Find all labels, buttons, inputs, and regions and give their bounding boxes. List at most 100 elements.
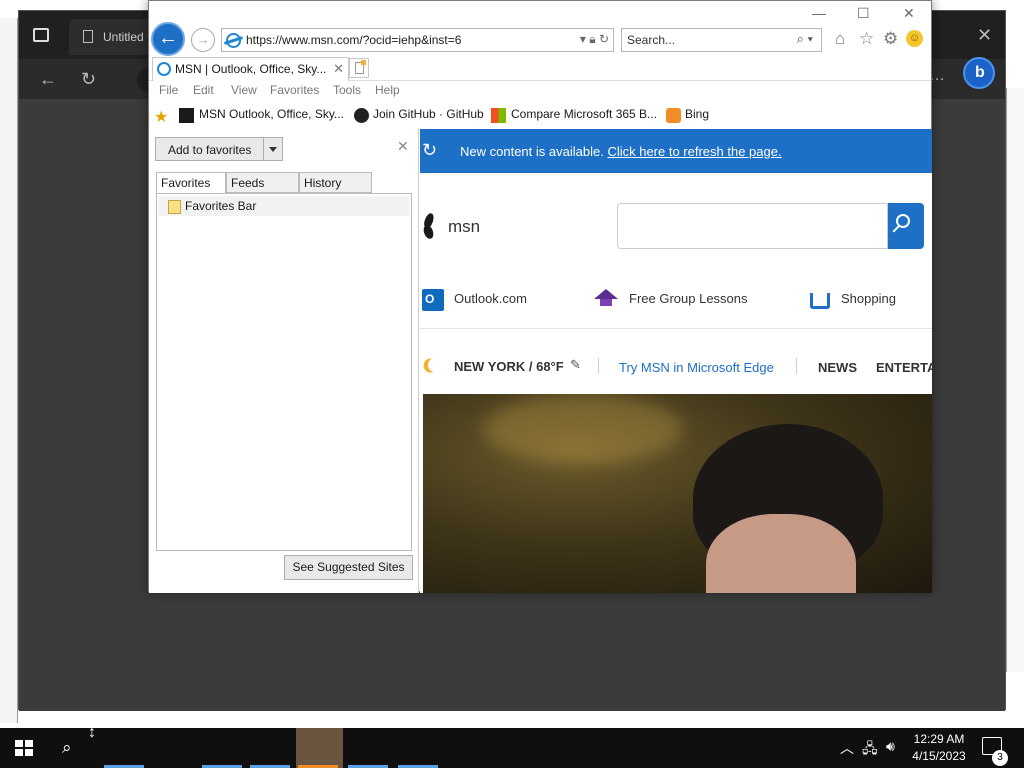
forward-button[interactable]: → — [191, 28, 215, 52]
menu-tools[interactable]: Tools — [333, 83, 361, 97]
edge-back-icon[interactable]: ← — [39, 69, 57, 90]
tab-actions-icon[interactable] — [33, 28, 49, 42]
home-icon[interactable]: ⌂ — [835, 29, 845, 49]
search-icon[interactable]: ⌕ ▾ — [797, 31, 813, 47]
nav-news[interactable]: NEWS — [818, 360, 857, 375]
tab-strip: MSN | Outlook, Office, Sky... ✕ — [149, 57, 931, 81]
fav-link-microsoft365[interactable]: Compare Microsoft 365 B... — [511, 107, 657, 121]
msn-search-button[interactable] — [888, 203, 924, 249]
tab-history[interactable]: History — [299, 172, 372, 193]
document-icon — [83, 30, 93, 43]
ie-tab-icon — [157, 62, 171, 76]
ie-title-bar: — ☐ ✕ ← → https://www.msn.com/?ocid=iehp… — [149, 1, 931, 57]
menu-bar: File Edit View Favorites Tools Help — [149, 81, 931, 101]
windows-start-icon[interactable] — [15, 740, 33, 756]
pane-close-icon[interactable]: ✕ — [397, 138, 409, 155]
refresh-icon[interactable]: ↻ — [422, 140, 437, 161]
favorites-star-icon[interactable]: ☆ — [859, 29, 874, 49]
weather-location[interactable]: NEW YORK / 68°F — [454, 359, 564, 374]
edge-close-button[interactable]: ✕ — [977, 25, 992, 46]
refresh-icon[interactable]: ↻ — [599, 32, 609, 46]
menu-view[interactable]: View — [231, 83, 257, 97]
msn-butterfly-icon — [422, 213, 442, 239]
ie-logo-icon — [226, 33, 241, 48]
new-tab-button[interactable] — [349, 58, 369, 78]
network-icon[interactable]: 🖧︎ — [862, 738, 878, 762]
background-window-right-edge — [1006, 88, 1024, 672]
quick-link-shopping[interactable]: Shopping — [841, 291, 896, 306]
msn-search-input[interactable] — [617, 203, 888, 249]
tab-close-icon[interactable]: ✕ — [333, 61, 344, 77]
banner-message: New content is available. Click here to … — [460, 144, 782, 159]
tab-msn[interactable]: MSN | Outlook, Office, Sky... ✕ — [152, 57, 349, 81]
clock-date: 4/15/2023 — [912, 749, 966, 763]
list-item[interactable]: Favorites Bar — [159, 196, 409, 216]
add-to-favorites-bar-icon[interactable]: ★ — [154, 107, 168, 127]
close-button[interactable]: ✕ — [903, 5, 915, 22]
graduation-cap-icon — [594, 289, 618, 306]
tab-feeds[interactable]: Feeds — [226, 172, 299, 193]
menu-edit[interactable]: Edit — [193, 83, 214, 97]
chevron-up-icon[interactable]: ︿ — [840, 738, 854, 758]
outlook-icon — [422, 289, 444, 311]
separator — [796, 358, 797, 374]
address-actions: ▾ 🔒︎ ↻ — [580, 32, 609, 47]
search-icon — [896, 214, 910, 228]
bing-b-icon: b — [975, 64, 985, 81]
microsoft-icon — [491, 108, 506, 123]
search-input[interactable] — [627, 31, 782, 49]
nav-entertainment[interactable]: ENTERTAI — [876, 360, 932, 375]
bing-chat-button[interactable]: b — [963, 57, 995, 89]
quick-link-free-group-lessons[interactable]: Free Group Lessons — [629, 291, 748, 306]
divider — [420, 328, 932, 329]
address-bar[interactable]: https://www.msn.com/?ocid=iehp&inst=6 ▾ … — [221, 28, 614, 52]
pencil-icon[interactable]: ✎ — [570, 357, 581, 373]
msn-logo-text: msn — [448, 217, 481, 236]
banner-text: New content is available. — [460, 144, 604, 159]
minimize-button[interactable]: — — [812, 5, 826, 21]
moon-icon — [426, 356, 444, 374]
tab-favorites[interactable]: Favorites — [156, 172, 226, 194]
dropdown-arrow-icon[interactable]: ▾ — [580, 32, 586, 46]
fav-link-bing[interactable]: Bing — [685, 107, 709, 121]
address-url[interactable]: https://www.msn.com/?ocid=iehp&inst=6 — [246, 33, 461, 47]
maximize-button[interactable]: ☐ — [857, 5, 870, 22]
add-favorites-dropdown-icon[interactable] — [263, 138, 282, 160]
try-msn-edge-link[interactable]: Try MSN in Microsoft Edge — [619, 360, 774, 375]
web-page-content: ↻ New content is available. Click here t… — [420, 129, 932, 593]
fav-link-github[interactable]: Join GitHub · GitHub — [373, 107, 484, 121]
favorites-bar-folder-label: Favorites Bar — [185, 199, 257, 213]
add-to-favorites-label: Add to favorites — [168, 143, 252, 157]
volume-icon[interactable]: 🔊︎ — [886, 738, 895, 755]
search-box[interactable]: ⌕ ▾ — [621, 28, 822, 52]
favorites-list: Favorites Bar — [156, 193, 412, 551]
fav-link-msn[interactable]: MSN Outlook, Office, Sky... — [199, 107, 344, 121]
github-icon — [354, 108, 369, 123]
favorites-bar: ★ MSN Outlook, Office, Sky... Join GitHu… — [149, 103, 931, 127]
refresh-banner: ↻ New content is available. Click here t… — [420, 129, 932, 173]
back-button[interactable]: ← — [151, 22, 185, 56]
gear-icon[interactable]: ⚙ — [883, 29, 898, 49]
add-to-favorites-button[interactable]: Add to favorites — [155, 137, 283, 161]
notification-count-badge: 3 — [992, 750, 1008, 766]
shopping-cart-icon — [810, 293, 830, 309]
bing-icon — [666, 108, 681, 123]
feedback-smiley-icon[interactable]: ☺ — [906, 30, 923, 47]
separator — [598, 358, 599, 374]
edge-refresh-icon[interactable]: ↻ — [81, 69, 96, 90]
taskbar-search-icon[interactable]: ⌕ — [62, 738, 72, 758]
menu-favorites[interactable]: Favorites — [270, 83, 319, 97]
menu-file[interactable]: File — [159, 83, 178, 97]
hero-image[interactable] — [423, 394, 932, 593]
menu-help[interactable]: Help — [375, 83, 400, 97]
desktop: Untitled ✕ ← ↻ i … b — ☐ ✕ ← → https://w… — [0, 0, 1024, 728]
clock-time: 12:29 AM — [913, 732, 965, 746]
lock-icon[interactable]: 🔒︎ — [589, 32, 595, 46]
see-suggested-sites-button[interactable]: See Suggested Sites — [284, 555, 413, 580]
favorites-center-pane: Add to favorites ✕ Favorites Feeds Histo… — [149, 129, 419, 593]
clock[interactable]: 12:29 AM 4/15/2023 — [908, 731, 970, 765]
taskbar-active-app[interactable] — [296, 728, 343, 768]
refresh-page-link[interactable]: Click here to refresh the page. — [607, 144, 781, 159]
quick-link-outlook[interactable]: Outlook.com — [454, 291, 527, 306]
mouse-cursor-icon: ↕ — [88, 724, 96, 741]
